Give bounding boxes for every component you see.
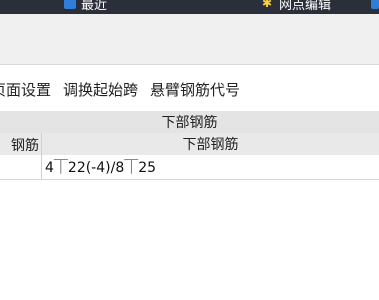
table-column-header: 钢筋 下部钢筋	[0, 133, 379, 156]
table-group-header: 下部钢筋	[0, 111, 379, 134]
mesh-edit-label: 网点编辑	[279, 0, 332, 13]
mesh-edit-item[interactable]: ✱ 网点编辑	[262, 0, 332, 13]
cantilever-rebar-code-button[interactable]: 悬臂钢筋代号	[150, 79, 240, 100]
header-band	[0, 14, 379, 65]
toolbar: 页面设置 调换起始跨 悬臂钢筋代号	[0, 76, 370, 102]
recent-item[interactable]: 最近	[64, 0, 108, 13]
left-column-header[interactable]: 钢筋	[0, 133, 42, 155]
recent-label: 最近	[81, 0, 108, 13]
more-item[interactable]	[371, 0, 379, 12]
recent-icon	[64, 0, 76, 9]
more-icon	[371, 0, 379, 9]
table-row[interactable]: 4⏉22(-4)/8⏉25	[0, 155, 379, 180]
right-column-header[interactable]: 下部钢筋	[42, 133, 379, 155]
table-cell-bottom-rebar[interactable]: 4⏉22(-4)/8⏉25	[42, 155, 379, 179]
page-setup-button[interactable]: 页面设置	[0, 79, 51, 100]
rebar-table: 下部钢筋 钢筋 下部钢筋 4⏉22(-4)/8⏉25	[0, 111, 379, 197]
table-cell-left[interactable]	[0, 155, 42, 179]
app-window: 最近 ✱ 网点编辑 页面设置 调换起始跨 悬臂钢筋代号 下部钢筋 钢筋 下部钢筋	[0, 0, 379, 300]
top-title-strip: 最近 ✱ 网点编辑	[0, 0, 379, 14]
swap-start-span-button[interactable]: 调换起始跨	[63, 79, 138, 100]
pin-icon: ✱	[262, 0, 273, 10]
group-header-label: 下部钢筋	[161, 115, 218, 131]
